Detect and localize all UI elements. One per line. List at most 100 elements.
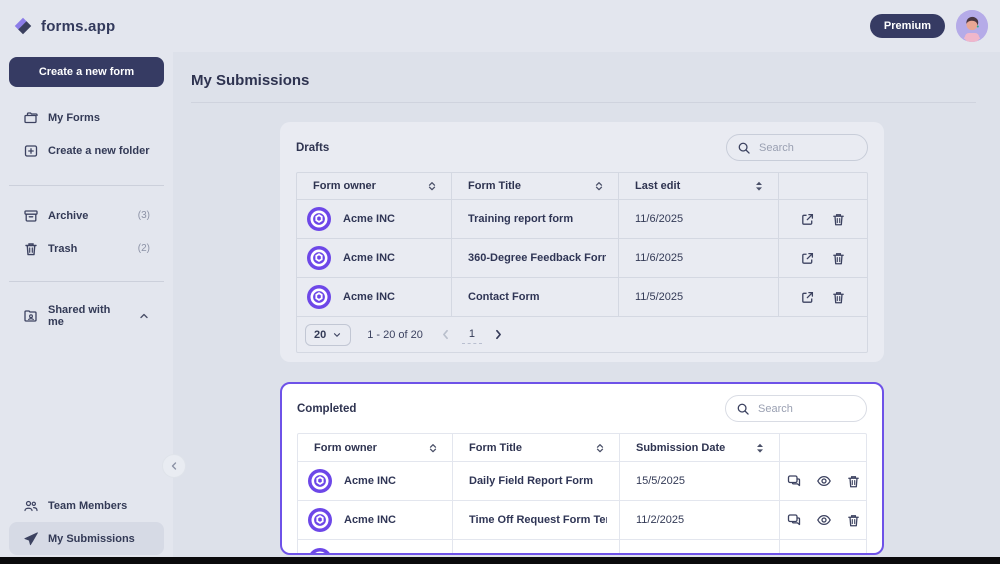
- owner-cell: Acme INC: [297, 200, 452, 238]
- owner-cell: Acme INC: [298, 501, 453, 539]
- sort-filled-icon[interactable]: [752, 179, 766, 193]
- comments-icon[interactable]: [786, 512, 802, 528]
- drafts-card: Drafts Form owner Form Title: [280, 122, 884, 362]
- form-title-cell: Training report form: [452, 200, 619, 238]
- archive-count-badge: (3): [138, 210, 150, 221]
- column-header-actions: [780, 434, 866, 461]
- drafts-search-input[interactable]: [759, 142, 857, 154]
- sort-icon[interactable]: [592, 179, 606, 193]
- sort-icon[interactable]: [425, 179, 439, 193]
- chevron-down-icon: [332, 330, 342, 340]
- delete-icon[interactable]: [831, 212, 846, 227]
- pagination-range-text: 1 - 20 of 20: [367, 329, 423, 341]
- owner-cell: Acme INC: [298, 462, 453, 500]
- form-title-cell: Daily Field Report Form: [453, 462, 620, 500]
- acme-logo-icon: [308, 469, 332, 493]
- column-header-actions: [779, 173, 867, 199]
- completed-table: Form owner Form Title Submission Date: [297, 433, 867, 555]
- sidebar-item-team-members[interactable]: Team Members: [9, 489, 164, 522]
- delete-icon[interactable]: [846, 474, 861, 489]
- sidebar-item-label: My Forms: [48, 112, 100, 124]
- sidebar-item-label: Team Members: [48, 500, 127, 512]
- sort-icon[interactable]: [593, 441, 607, 455]
- comments-icon[interactable]: [786, 552, 802, 556]
- drafts-card-header: Drafts: [296, 134, 868, 161]
- row-actions: [780, 462, 866, 500]
- sidebar-item-label: My Submissions: [48, 533, 135, 545]
- page-size-select[interactable]: 20: [305, 324, 351, 346]
- create-new-form-button[interactable]: Create a new form: [9, 57, 164, 87]
- open-form-icon[interactable]: [800, 212, 815, 227]
- search-icon: [736, 402, 750, 416]
- sidebar-item-shared-with-me[interactable]: Shared with me: [9, 299, 164, 332]
- submission-date-cell: 09/3/2025: [620, 540, 780, 555]
- sidebar-item-archive[interactable]: Archive (3): [9, 199, 164, 232]
- main-header: My Submissions: [173, 52, 1000, 89]
- last-edit-cell: 11/5/2025: [619, 278, 779, 316]
- bottom-edge-bar: [0, 557, 1000, 564]
- top-bar: forms.app Premium: [0, 0, 1000, 52]
- row-actions: [779, 278, 867, 316]
- submission-date-cell: 11/2/2025: [620, 501, 780, 539]
- last-edit-cell: 11/6/2025: [619, 239, 779, 277]
- forms-app-logo-icon: [12, 15, 34, 37]
- chevron-up-icon[interactable]: [138, 310, 150, 322]
- delete-icon[interactable]: [846, 513, 861, 528]
- table-row: Acme INC Registration Form 09/3/2025: [298, 540, 866, 555]
- table-row: Acme INC 360-Degree Feedback Form 11/6/2…: [297, 239, 867, 278]
- owner-cell: Acme INC: [297, 278, 452, 316]
- delete-icon[interactable]: [831, 251, 846, 266]
- sidebar-item-my-forms[interactable]: My Forms: [9, 101, 164, 134]
- column-header-form-owner: Form owner: [298, 434, 453, 461]
- sidebar-item-label: Create a new folder: [48, 145, 149, 157]
- header-divider: [191, 102, 976, 103]
- prev-page-button[interactable]: [439, 328, 452, 341]
- sidebar-divider: [9, 185, 164, 186]
- sidebar-item-label: Shared with me: [48, 304, 129, 328]
- view-icon[interactable]: [816, 552, 832, 556]
- open-form-icon[interactable]: [800, 290, 815, 305]
- view-icon[interactable]: [816, 473, 832, 489]
- sidebar-item-create-folder[interactable]: Create a new folder: [9, 134, 164, 167]
- form-title-cell: Contact Form: [452, 278, 619, 316]
- sidebar-divider: [9, 281, 164, 282]
- page-title: My Submissions: [191, 72, 976, 89]
- folders-icon: [23, 110, 39, 126]
- table-row: Acme INC Time Off Request Form Template …: [298, 501, 866, 540]
- paper-plane-icon: [23, 531, 39, 547]
- next-page-button[interactable]: [492, 328, 505, 341]
- sort-filled-icon[interactable]: [753, 441, 767, 455]
- form-title-cell: Time Off Request Form Template: [453, 501, 620, 539]
- column-header-form-title: Form Title: [452, 173, 619, 199]
- table-row: Acme INC Contact Form 11/5/2025: [297, 278, 867, 317]
- folder-plus-icon: [23, 143, 39, 159]
- acme-logo-icon: [307, 207, 331, 231]
- table-row: Acme INC Daily Field Report Form 15/5/20…: [298, 462, 866, 501]
- sidebar-item-label: Trash: [48, 243, 77, 255]
- brand-name: forms.app: [41, 18, 115, 35]
- view-icon[interactable]: [816, 512, 832, 528]
- form-title-cell: Registration Form: [453, 540, 620, 555]
- acme-logo-icon: [307, 285, 331, 309]
- delete-icon[interactable]: [846, 552, 861, 555]
- comments-icon[interactable]: [786, 473, 802, 489]
- column-header-last-edit: Last edit: [619, 173, 779, 199]
- main-content: My Submissions Drafts Form owner: [173, 52, 1000, 557]
- brand-logo[interactable]: forms.app: [12, 15, 115, 37]
- sidebar-item-trash[interactable]: Trash (2): [9, 232, 164, 265]
- open-form-icon[interactable]: [800, 251, 815, 266]
- column-header-submission-date: Submission Date: [620, 434, 780, 461]
- page-number-button[interactable]: 1: [462, 326, 482, 344]
- user-avatar[interactable]: [956, 10, 988, 42]
- archive-icon: [23, 208, 39, 224]
- delete-icon[interactable]: [831, 290, 846, 305]
- column-header-form-owner: Form owner: [297, 173, 452, 199]
- completed-search-input[interactable]: [758, 403, 856, 415]
- sort-icon[interactable]: [426, 441, 440, 455]
- search-icon: [737, 141, 751, 155]
- sidebar-collapse-button[interactable]: [162, 454, 186, 478]
- row-actions: [780, 501, 866, 539]
- premium-button[interactable]: Premium: [870, 14, 945, 38]
- sidebar-item-my-submissions[interactable]: My Submissions: [9, 522, 164, 555]
- completed-card: Completed Form owner Form Title: [280, 382, 884, 555]
